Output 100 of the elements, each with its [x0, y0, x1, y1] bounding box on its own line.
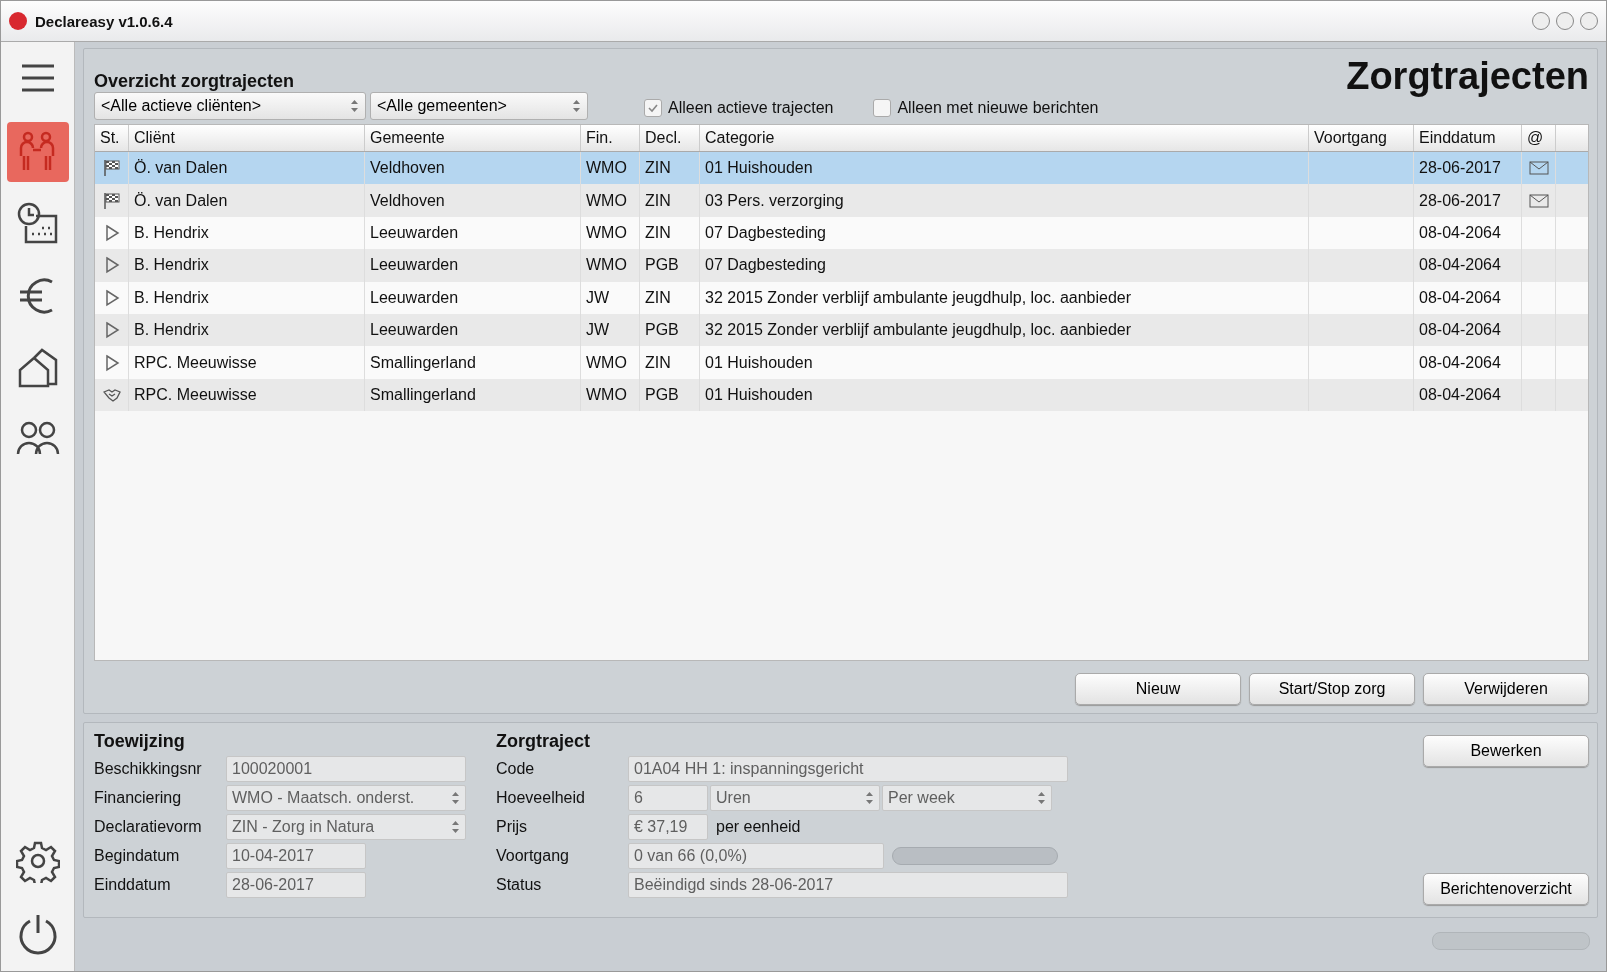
field-label: Begindatum: [94, 847, 181, 865]
column-header[interactable]: St.: [95, 125, 129, 151]
action-button[interactable]: Berichtenoverzicht: [1423, 873, 1589, 905]
checkbox[interactable]: [644, 99, 662, 117]
resize-grip[interactable]: [1432, 932, 1590, 950]
table-cell: RPC. Meeuwisse: [129, 346, 365, 379]
checkbox-label: Alleen met nieuwe berichten: [897, 99, 1099, 117]
table-cell: B. Hendrix: [129, 281, 365, 314]
field-label: Status: [496, 876, 543, 894]
dropdown-field[interactable]: ZIN - Zorg in Natura: [226, 814, 466, 840]
table-cell: 32 2015 Zonder verblijf ambulante jeugdhulp, loc. aanbieder: [700, 281, 1309, 314]
maximize-button[interactable]: [1556, 12, 1574, 30]
checkmark-icon: [647, 102, 659, 114]
column-header[interactable]: Fin.: [581, 125, 640, 151]
column-header[interactable]: Gemeente: [365, 125, 581, 151]
table-cell: RPC. Meeuwisse: [129, 378, 365, 412]
table-row[interactable]: B. Hendrix Leeuwarden JW PGB 32 2015 Zonder verblijf ambulante jeugdhulp, loc. aanbieder 08-04-2064: [95, 313, 1588, 347]
settings-icon: [15, 839, 60, 883]
table-cell: 01 Huishouden: [700, 346, 1309, 379]
dropdown-field[interactable]: WMO - Maatsch. onderst.: [226, 785, 466, 811]
column-header[interactable]: @: [1522, 125, 1556, 151]
filter-dropdown[interactable]: <Alle gemeenten>: [370, 92, 588, 120]
input-field[interactable]: 100020001: [226, 756, 466, 782]
table-cell: 08-04-2064: [1414, 249, 1522, 282]
envelope-icon: [1528, 161, 1549, 176]
table-cell: WMO: [581, 249, 640, 282]
clock-calendar-icon: [15, 202, 60, 246]
column-header[interactable]: Decl.: [640, 125, 700, 151]
field-label: Declaratievorm: [94, 818, 203, 836]
table-cell: Ö. van Dalen: [129, 184, 365, 217]
field-label: Code: [496, 760, 536, 778]
input-field[interactable]: 28-06-2017: [226, 872, 366, 898]
table-cell: ZIN: [640, 346, 700, 379]
checkbox-label: Alleen actieve trajecten: [668, 99, 834, 117]
table-cell: 08-04-2064: [1414, 346, 1522, 379]
section-heading: Toewijzing: [94, 731, 186, 752]
table-cell: Veldhoven: [365, 184, 581, 217]
table-cell: WMO: [581, 378, 640, 412]
envelope-icon: [1528, 193, 1549, 208]
table-row[interactable]: RPC. Meeuwisse Smallingerland WMO PGB 01 Huishouden 08-04-2064: [95, 378, 1588, 412]
input-field[interactable]: 01A04 HH 1: inspanningsgericht: [628, 756, 1068, 782]
column-header[interactable]: Voortgang: [1309, 125, 1414, 151]
table-row[interactable]: Ö. van Dalen Veldhoven WMO ZIN 01 Huishouden 28-06-2017: [95, 152, 1588, 185]
input-field[interactable]: Beëindigd sinds 28-06-2017: [628, 872, 1068, 898]
field-label: Prijs: [496, 818, 529, 836]
dropdown-field[interactable]: Uren: [710, 785, 880, 811]
table-cell: 07 Dagbesteding: [700, 249, 1309, 282]
table-cell: ZIN: [640, 184, 700, 217]
window-title: Declareasy v1.0.6.4: [35, 12, 173, 30]
column-header[interactable]: Categorie: [700, 125, 1309, 151]
table-cell: 28-06-2017: [1414, 184, 1522, 217]
checkered-flag-icon: [102, 159, 121, 178]
input-field[interactable]: 10-04-2017: [226, 843, 366, 869]
dropdown-field[interactable]: Per week: [882, 785, 1052, 811]
filter-dropdown[interactable]: <Alle actieve cliënten>: [94, 92, 366, 120]
input-field[interactable]: 0 van 66 (0,0%): [628, 843, 884, 869]
action-button[interactable]: Start/Stop zorg: [1249, 673, 1415, 705]
page-title: Zorgtrajecten: [1346, 55, 1589, 98]
app-logo-icon: [9, 12, 27, 30]
field-label: Einddatum: [94, 876, 172, 894]
table-cell: 01 Huishouden: [700, 378, 1309, 412]
unit-label: per eenheid: [715, 818, 802, 836]
field-label: Financiering: [94, 789, 183, 807]
table-cell: B. Hendrix: [129, 249, 365, 282]
spinner-arrows-icon: [572, 98, 581, 114]
table-cell: 08-04-2064: [1414, 281, 1522, 314]
input-field[interactable]: € 37,19: [628, 814, 708, 840]
checkered-flag-icon: [102, 191, 121, 210]
field-label: Hoeveelheid: [496, 789, 586, 807]
table-cell: PGB: [640, 378, 700, 412]
action-button[interactable]: Nieuw: [1075, 673, 1241, 705]
spinner-arrows-icon: [865, 790, 874, 806]
action-button[interactable]: Bewerken: [1423, 735, 1589, 767]
action-button[interactable]: Verwijderen: [1423, 673, 1589, 705]
table-cell: Smallingerland: [365, 378, 581, 412]
table-cell: ZIN: [640, 281, 700, 314]
field-label: Beschikkingsnr: [94, 760, 203, 778]
table-cell: 08-04-2064: [1414, 378, 1522, 412]
table-cell: JW: [581, 281, 640, 314]
panel-heading: Overzicht zorgtrajecten: [94, 71, 295, 92]
minimize-button[interactable]: [1532, 12, 1550, 30]
input-field[interactable]: 6: [628, 785, 708, 811]
field-label: Voortgang: [496, 847, 570, 865]
section-heading: Zorgtraject: [496, 731, 592, 752]
checkbox[interactable]: [873, 99, 892, 117]
table-cell: PGB: [640, 249, 700, 282]
table-cell: Leeuwarden: [365, 281, 581, 314]
table-cell: Smallingerland: [365, 346, 581, 379]
spinner-arrows-icon: [451, 819, 460, 835]
table-row[interactable]: B. Hendrix Leeuwarden WMO PGB 07 Dagbesteding 08-04-2064: [95, 249, 1588, 282]
column-header[interactable]: Cliënt: [129, 125, 365, 151]
table-cell: WMO: [581, 346, 640, 379]
spinner-arrows-icon: [451, 790, 460, 806]
table-cell: WMO: [581, 184, 640, 217]
spinner-arrows-icon: [1037, 790, 1046, 806]
close-button[interactable]: [1580, 12, 1598, 30]
table-cell: Leeuwarden: [365, 249, 581, 282]
table-row[interactable]: Ö. van Dalen Veldhoven WMO ZIN 03 Pers. verzorging 28-06-2017: [95, 184, 1588, 217]
column-header[interactable]: Einddatum: [1414, 125, 1522, 151]
spinner-arrows-icon: [350, 98, 359, 114]
